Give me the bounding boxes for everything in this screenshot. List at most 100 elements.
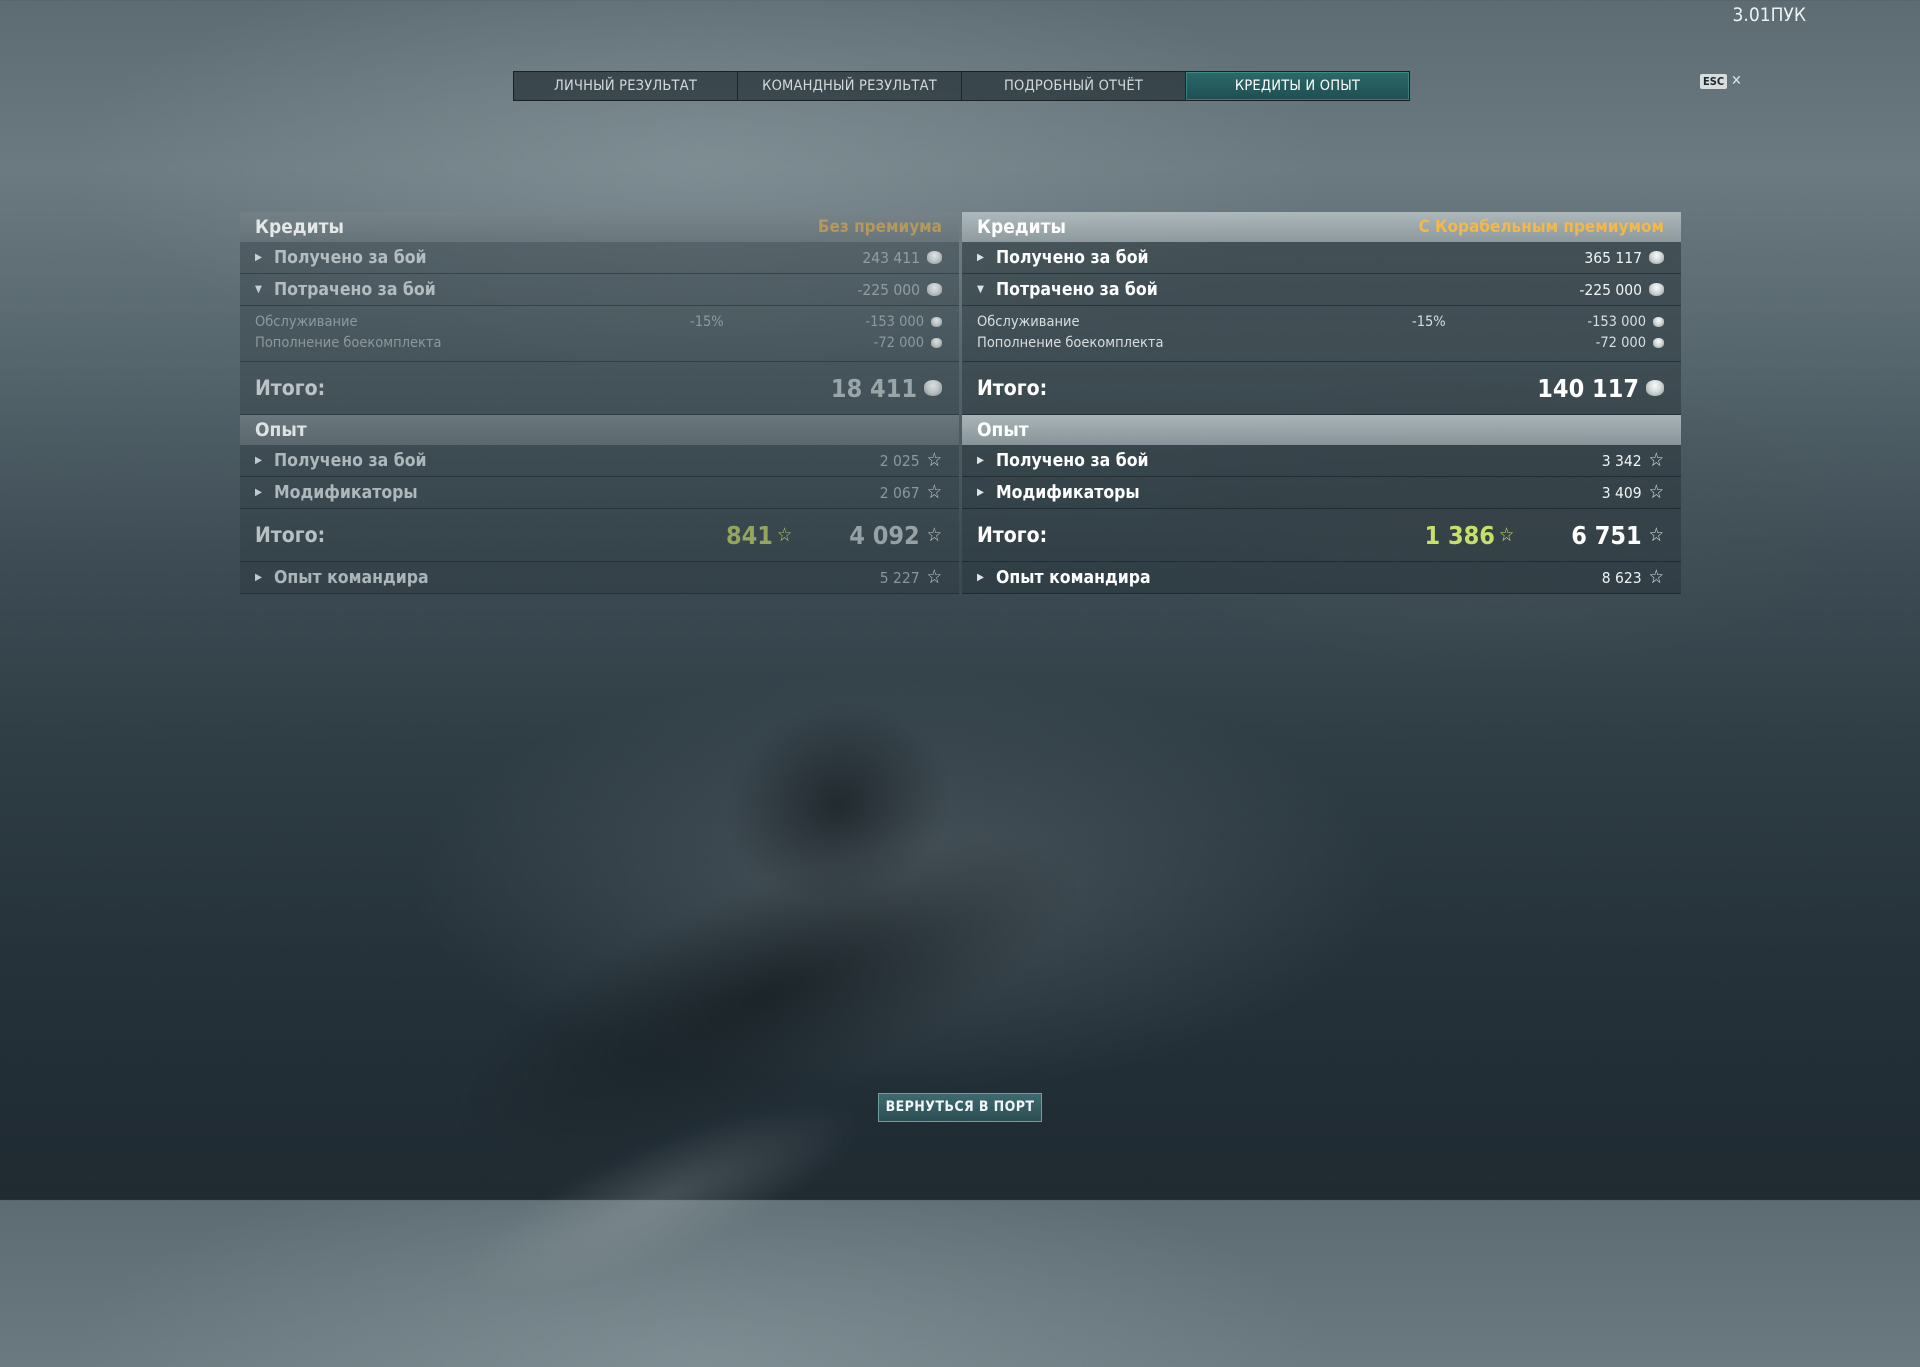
credit-coin-icon <box>927 251 942 264</box>
exp-total-value: 6 751 <box>1571 520 1642 550</box>
exp-earned-row[interactable]: ▶ Получено за бой 3 342 ☆ <box>962 445 1681 477</box>
credits-header-subtitle: С Корабельным премиумом <box>1418 217 1664 237</box>
chevron-down-icon: ▼ <box>255 284 262 295</box>
credits-total-label: Итого: <box>255 376 326 400</box>
credits-header: Кредиты Без премиума <box>240 212 959 242</box>
spent-label: Потрачено за бой <box>996 279 1158 300</box>
service-row: Обслуживание -15% -153 000 <box>255 311 942 332</box>
exp-header-title: Опыт <box>255 419 307 441</box>
credits-header-subtitle: Без премиума <box>817 217 942 237</box>
credits-total-row: Итого: 140 117 <box>962 362 1681 415</box>
commander-exp-value: 5 227 <box>879 568 920 587</box>
exp-earned-row[interactable]: ▶ Получено за бой 2 025 ☆ <box>240 445 959 477</box>
commander-exp-label: Опыт командира <box>996 567 1151 588</box>
exp-total-row: Итого: 841 ☆ 4 092 ☆ <box>240 509 959 562</box>
chevron-right-icon: ▶ <box>255 572 262 583</box>
modifiers-label: Модификаторы <box>274 482 418 503</box>
modifiers-value: 2 067 <box>879 483 920 502</box>
spent-label: Потрачено за бой <box>274 279 436 300</box>
exp-bonus-value: 1 386 <box>1424 520 1495 550</box>
spent-value: -225 000 <box>857 280 920 299</box>
exp-total-label: Итого: <box>255 523 326 547</box>
earned-label: Получено за бой <box>274 247 427 268</box>
credits-total-row: Итого: 18 411 <box>240 362 959 415</box>
ammo-value: -72 000 <box>873 334 924 351</box>
close-esc-button[interactable]: ESC ✕ <box>1700 74 1742 89</box>
chevron-down-icon: ▼ <box>977 284 984 295</box>
esc-key-icon: ESC <box>1700 74 1728 89</box>
earned-value: 365 117 <box>1584 248 1642 267</box>
chevron-right-icon: ▶ <box>977 455 984 466</box>
ammo-label: Пополнение боекомплекта <box>255 334 442 351</box>
credits-total-label: Итого: <box>977 376 1048 400</box>
chevron-right-icon: ▶ <box>977 487 984 498</box>
star-icon: ☆ <box>776 523 793 546</box>
spent-value: -225 000 <box>1579 280 1642 299</box>
commander-exp-row[interactable]: ▶ Опыт командира 8 623 ☆ <box>962 562 1681 594</box>
star-icon: ☆ <box>926 566 942 588</box>
exp-earned-value: 2 025 <box>879 451 920 470</box>
service-row: Обслуживание -15% -153 000 <box>977 311 1664 332</box>
earned-value: 243 411 <box>862 248 920 267</box>
exp-earned-value: 3 342 <box>1601 451 1642 470</box>
credit-coin-icon <box>1649 283 1664 296</box>
service-value: -153 000 <box>865 313 924 330</box>
star-icon: ☆ <box>926 449 942 471</box>
tab-credits-and-exp[interactable]: КРЕДИТЫ И ОПЫТ <box>1186 72 1409 100</box>
chevron-right-icon: ▶ <box>977 252 984 263</box>
service-label: Обслуживание <box>977 313 1080 330</box>
spent-details: Обслуживание -15% -153 000 Пополнение бо… <box>240 306 959 362</box>
credit-coin-icon <box>924 380 942 396</box>
spent-row[interactable]: ▼ Потрачено за бой -225 000 <box>962 274 1681 306</box>
credits-header-title: Кредиты <box>977 216 1066 238</box>
chevron-right-icon: ▶ <box>255 252 262 263</box>
spent-row[interactable]: ▼ Потрачено за бой -225 000 <box>240 274 959 306</box>
service-value: -153 000 <box>1587 313 1646 330</box>
star-icon: ☆ <box>926 481 942 503</box>
service-label: Обслуживание <box>255 313 358 330</box>
tab-detailed-report[interactable]: ПОДРОБНЫЙ ОТЧЁТ <box>962 72 1186 100</box>
close-icon: ✕ <box>1731 73 1742 89</box>
result-tabs: ЛИЧНЫЙ РЕЗУЛЬТАТ КОМАНДНЫЙ РЕЗУЛЬТАТ ПОД… <box>513 71 1410 101</box>
credit-coin-icon <box>1653 316 1664 327</box>
service-percent: -15% <box>1412 313 1446 330</box>
credit-coin-icon <box>1646 380 1664 396</box>
star-icon: ☆ <box>1648 449 1664 471</box>
star-icon: ☆ <box>1648 481 1664 503</box>
exp-header-title: Опыт <box>977 419 1029 441</box>
exp-total-row: Итого: 1 386 ☆ 6 751 ☆ <box>962 509 1681 562</box>
earned-label: Получено за бой <box>996 247 1149 268</box>
commander-exp-label: Опыт командира <box>274 567 429 588</box>
exp-earned-label: Получено за бой <box>996 450 1149 471</box>
commander-exp-value: 8 623 <box>1601 568 1642 587</box>
modifiers-row[interactable]: ▶ Модификаторы 3 409 ☆ <box>962 477 1681 509</box>
credit-coin-icon <box>927 283 942 296</box>
exp-total-label: Итого: <box>977 523 1048 547</box>
commander-exp-row[interactable]: ▶ Опыт командира 5 227 ☆ <box>240 562 959 594</box>
exp-total-value: 4 092 <box>849 520 920 550</box>
exp-earned-label: Получено за бой <box>274 450 427 471</box>
star-icon: ☆ <box>1498 523 1515 546</box>
credits-total-value: 140 117 <box>1537 373 1639 403</box>
modifiers-value: 3 409 <box>1601 483 1642 502</box>
modifiers-label: Модификаторы <box>996 482 1140 503</box>
earned-row[interactable]: ▶ Получено за бой 365 117 <box>962 242 1681 274</box>
modifiers-row[interactable]: ▶ Модификаторы 2 067 ☆ <box>240 477 959 509</box>
background-ship-scene <box>251 473 1389 1367</box>
return-to-port-button[interactable]: ВЕРНУТЬСЯ В ПОРТ <box>878 1093 1042 1122</box>
tab-personal-result[interactable]: ЛИЧНЫЙ РЕЗУЛЬТАТ <box>514 72 738 100</box>
credit-coin-icon <box>931 337 942 348</box>
tab-team-result[interactable]: КОМАНДНЫЙ РЕЗУЛЬТАТ <box>738 72 962 100</box>
panel-ship-premium: Кредиты С Корабельным премиумом ▶ Получен… <box>962 212 1681 594</box>
ammo-row: Пополнение боекомплекта -72 000 <box>977 332 1664 353</box>
earned-row[interactable]: ▶ Получено за бой 243 411 <box>240 242 959 274</box>
star-icon: ☆ <box>1648 523 1664 546</box>
credits-header: Кредиты С Корабельным премиумом <box>962 212 1681 242</box>
panel-no-premium: Кредиты Без премиума ▶ Получено за бой 24… <box>240 212 959 594</box>
spent-details: Обслуживание -15% -153 000 Пополнение бо… <box>962 306 1681 362</box>
exp-header: Опыт <box>962 415 1681 445</box>
credit-coin-icon <box>1653 337 1664 348</box>
chevron-right-icon: ▶ <box>255 455 262 466</box>
ammo-row: Пополнение боекомплекта -72 000 <box>255 332 942 353</box>
currency-display: 3.01ПУК <box>1732 4 1806 26</box>
